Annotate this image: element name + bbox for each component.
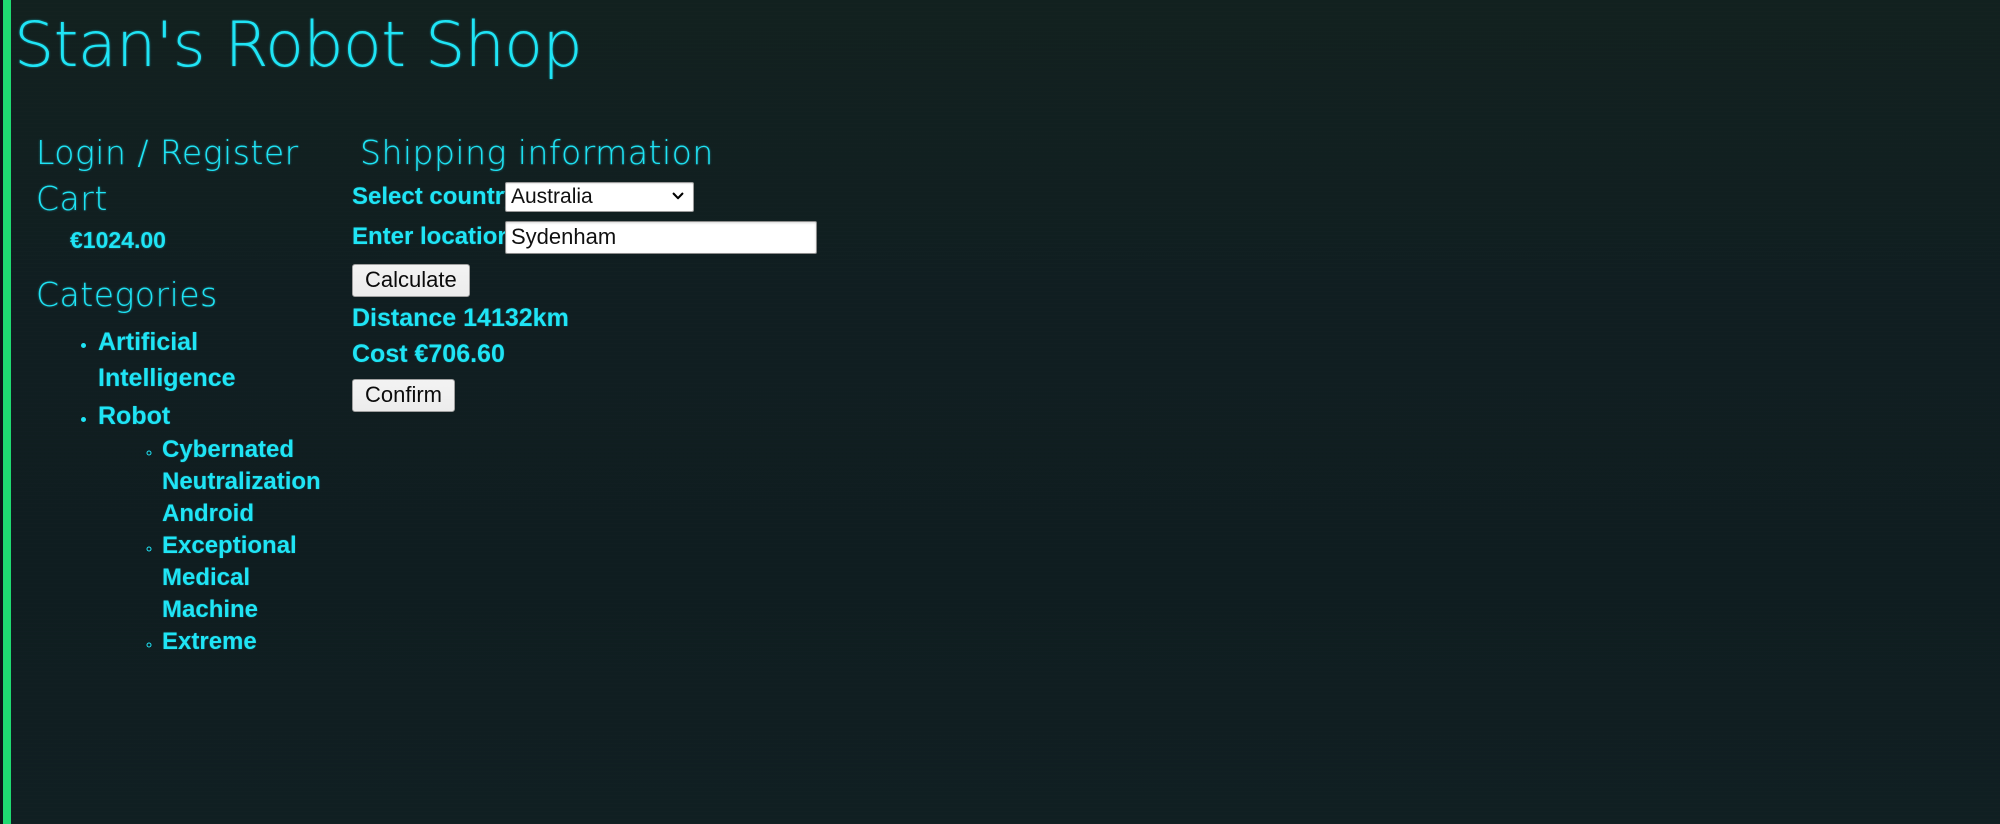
list-item: Artificial Intelligence (98, 324, 326, 396)
page-root: Stan's Robot Shop Login / Register Cart … (0, 0, 2000, 824)
calculate-button[interactable]: Calculate (352, 263, 470, 297)
distance-result: Distance 14132km (352, 304, 569, 332)
country-select-wrapper: Australia (503, 182, 694, 212)
list-item: Robot Cybernated Neutralization Android … (98, 398, 326, 658)
select-country-label: Select country (352, 183, 518, 210)
country-select[interactable]: Australia (505, 182, 694, 212)
confirm-row: Confirm (352, 376, 992, 414)
cost-result: Cost €706.60 (352, 340, 505, 368)
list-item: Cybernated Neutralization Android (162, 434, 326, 530)
subcategory-link-exceptional-medical-machine[interactable]: Exceptional Medical Machine (162, 532, 297, 623)
site-title: Stan's Robot Shop (14, 8, 583, 81)
category-link-robot[interactable]: Robot (98, 402, 170, 430)
category-link-artificial-intelligence[interactable]: Artificial Intelligence (98, 328, 236, 392)
cart-total-amount: €1024.00 (70, 227, 166, 253)
calculate-row: Calculate (352, 261, 992, 299)
confirm-button[interactable]: Confirm (352, 378, 456, 412)
shipping-information-panel: Shipping information Select country Aust… (352, 130, 992, 414)
sidebar: Login / Register Cart €1024.00 Categorie… (36, 130, 326, 660)
enter-location-label: Enter location (352, 223, 513, 250)
list-item: Exceptional Medical Machine (162, 530, 326, 626)
subcategory-link-extreme[interactable]: Extreme (162, 628, 257, 655)
subcategory-link-cybernated-neutralization-android[interactable]: Cybernated Neutralization Android (162, 436, 321, 527)
sidebar-item-cart[interactable]: Cart (36, 176, 326, 222)
location-row: Enter location (352, 218, 992, 256)
category-list: Artificial Intelligence Robot Cybernated… (36, 324, 326, 658)
left-accent-rail (3, 0, 11, 824)
list-item: Extreme (162, 626, 326, 658)
categories-heading: Categories (36, 275, 218, 314)
country-row: Select country Australia (352, 178, 992, 216)
sidebar-item-login-register[interactable]: Login / Register (36, 130, 326, 176)
shipping-heading: Shipping information (360, 133, 714, 172)
subcategory-list: Cybernated Neutralization Android Except… (98, 434, 326, 658)
location-input[interactable] (505, 220, 817, 254)
